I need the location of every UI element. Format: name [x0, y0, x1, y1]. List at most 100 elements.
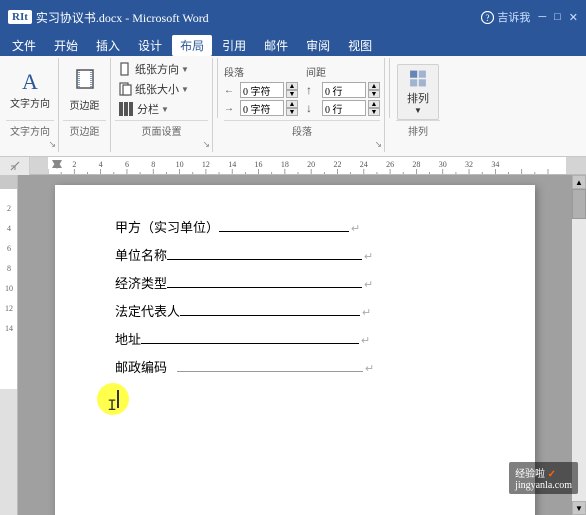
spacing-after-input[interactable]: 0 行	[322, 100, 366, 116]
svg-text:8: 8	[7, 264, 11, 273]
columns-btn[interactable]: 分栏 ▼	[115, 100, 173, 118]
spacing-after-icon: ↓	[306, 101, 320, 116]
indent-right-down[interactable]: ▼	[286, 108, 298, 116]
watermark: 经验啦 ✓ jingyanla.com	[509, 462, 578, 494]
vert-ruler-top-margin	[0, 175, 17, 189]
ruler-container: 246810121416182022242628303234	[0, 157, 586, 175]
spacing-before-icon: ↑	[306, 83, 320, 98]
svg-text:20: 20	[307, 160, 315, 169]
indent-left-icon: ←	[224, 85, 238, 96]
line-party-a-text: 甲方（实习单位）	[115, 215, 219, 241]
spacing-after-down[interactable]: ▼	[368, 108, 380, 116]
columns-arrow: ▼	[161, 105, 169, 114]
ruler-corner[interactable]	[0, 157, 30, 175]
line-postal: 邮政编码 ↵	[115, 355, 485, 381]
ribbon-group-text-direction: A 文字方向 文字方向 ↘	[4, 58, 59, 152]
indent-right-spinner: ▲ ▼	[286, 100, 298, 116]
page-setup-expand[interactable]: ↘	[48, 139, 56, 150]
line-postal-text: 邮政编码	[115, 355, 167, 381]
menu-file[interactable]: 文件	[4, 35, 44, 56]
indent-right-up[interactable]: ▲	[286, 100, 298, 108]
indent-controls: 段落 ← 0 字符 ▲ ▼ → 0 字符	[224, 64, 298, 116]
arrange-label: 排列	[407, 90, 429, 106]
indent-right-input[interactable]: 0 字符	[240, 100, 284, 116]
hanging-indent[interactable]	[52, 157, 62, 172]
spacing-before-input[interactable]: 0 行	[322, 82, 366, 98]
ruler-horizontal[interactable]: 246810121416182022242628303234	[30, 157, 586, 175]
ribbon-group-page-setup: 纸张方向 ▼ 纸张大小 ▼	[113, 58, 213, 152]
menu-view[interactable]: 视图	[340, 35, 380, 56]
ribbon-group-margins: 页边距 页边距	[61, 58, 111, 152]
svg-text:24: 24	[360, 160, 368, 169]
spacing-before-row: ↑ 0 行 ▲ ▼	[306, 82, 380, 98]
indent-left-row: ← 0 字符 ▲ ▼	[224, 82, 298, 98]
document-page[interactable]: 甲方（实习单位） ↵ 单位名称 ↵ 经济类型 ↵ 法定代表人 ↵ 地址	[55, 185, 535, 515]
help-icon[interactable]: ? 吉诉我	[481, 9, 530, 25]
ribbon: A 文字方向 文字方向 ↘ 页边距 页边距	[0, 56, 586, 157]
menu-layout[interactable]: 布局	[172, 35, 212, 56]
svg-text:14: 14	[228, 160, 236, 169]
columns-icon	[119, 102, 133, 116]
line-address-text: 地址	[115, 327, 141, 353]
line-party-a-underline	[219, 216, 349, 232]
text-direction-btn[interactable]: A 文字方向	[6, 69, 54, 112]
line-unit-name-text: 单位名称	[115, 243, 167, 269]
size-row: 纸张大小 ▼	[115, 80, 208, 98]
spacing-before-up[interactable]: ▲	[368, 82, 380, 90]
columns-label: 分栏	[137, 101, 159, 117]
menu-review[interactable]: 审阅	[298, 35, 338, 56]
line-legal-rep: 法定代表人 ↵	[115, 299, 485, 325]
spacing-after-row: ↓ 0 行 ▲ ▼	[306, 100, 380, 116]
orientation-btn[interactable]: 纸张方向 ▼	[115, 60, 193, 78]
pilcrow-3: ↵	[364, 274, 373, 296]
indent-left-up[interactable]: ▲	[286, 82, 298, 90]
line-unit-name: 单位名称 ↵	[115, 243, 485, 269]
indent-left-spinner: ▲ ▼	[286, 82, 298, 98]
pilcrow-6: ↵	[365, 358, 374, 380]
vertical-ruler[interactable]: 2 4 6 8 10 12 14	[0, 175, 18, 515]
margins-btn[interactable]: 页边距	[66, 66, 104, 114]
ribbon-group-arrange: 排列 ▼ 排列	[394, 58, 444, 152]
close-btn[interactable]: ✕	[569, 11, 578, 24]
menu-design[interactable]: 设计	[130, 35, 170, 56]
svg-text:4: 4	[7, 224, 11, 233]
menu-references[interactable]: 引用	[214, 35, 254, 56]
page-setup-expand2[interactable]: ↘	[202, 139, 210, 150]
line-legal-rep-underline	[180, 300, 360, 316]
indent-left-down[interactable]: ▼	[286, 90, 298, 98]
app-logo: RIt	[8, 10, 32, 24]
size-btn[interactable]: 纸张大小 ▼	[115, 80, 193, 98]
scroll-thumb[interactable]	[572, 189, 586, 219]
text-direction-label: 文字方向	[10, 95, 50, 110]
scroll-up-btn[interactable]: ▲	[572, 175, 586, 189]
paragraph-expand[interactable]: ↘	[374, 139, 382, 150]
line-address-underline	[141, 328, 359, 344]
maximize-btn[interactable]: □	[554, 11, 561, 23]
line-econ-type-text: 经济类型	[115, 271, 167, 297]
line-address: 地址 ↵	[115, 327, 485, 353]
group-label-margins: 页边距	[63, 120, 106, 138]
orientation-arrow: ▼	[181, 65, 189, 74]
scroll-track[interactable]	[572, 189, 586, 501]
spacing-after-up[interactable]: ▲	[368, 100, 380, 108]
menu-mail[interactable]: 邮件	[256, 35, 296, 56]
columns-row: 分栏 ▼	[115, 100, 208, 118]
spacing-before-down[interactable]: ▼	[368, 90, 380, 98]
pilcrow-4: ↵	[362, 302, 371, 324]
title-bar: RIt 实习协议书.docx - Microsoft Word ? 吉诉我 ─ …	[0, 0, 586, 34]
ribbon-group-paragraph: 段落 ← 0 字符 ▲ ▼ → 0 字符	[222, 58, 385, 152]
menu-insert[interactable]: 插入	[88, 35, 128, 56]
page-wrapper[interactable]: 甲方（实习单位） ↵ 单位名称 ↵ 经济类型 ↵ 法定代表人 ↵ 地址	[18, 175, 572, 515]
arrange-btn[interactable]: 排列 ▼	[397, 64, 439, 120]
document-title: 实习协议书.docx - Microsoft Word	[36, 9, 209, 26]
svg-text:14: 14	[5, 324, 13, 333]
scroll-down-btn[interactable]: ▼	[572, 501, 586, 515]
menu-home[interactable]: 开始	[46, 35, 86, 56]
indent-right-row: → 0 字符 ▲ ▼	[224, 100, 298, 116]
indent-left-input[interactable]: 0 字符	[240, 82, 284, 98]
svg-text:2: 2	[72, 160, 76, 169]
ribbon-divider-2	[389, 58, 390, 118]
minimize-btn[interactable]: ─	[538, 11, 546, 23]
vert-ruler-page-region: 2 4 6 8 10 12 14	[0, 189, 17, 389]
group-label-indent: 段落	[224, 120, 380, 138]
